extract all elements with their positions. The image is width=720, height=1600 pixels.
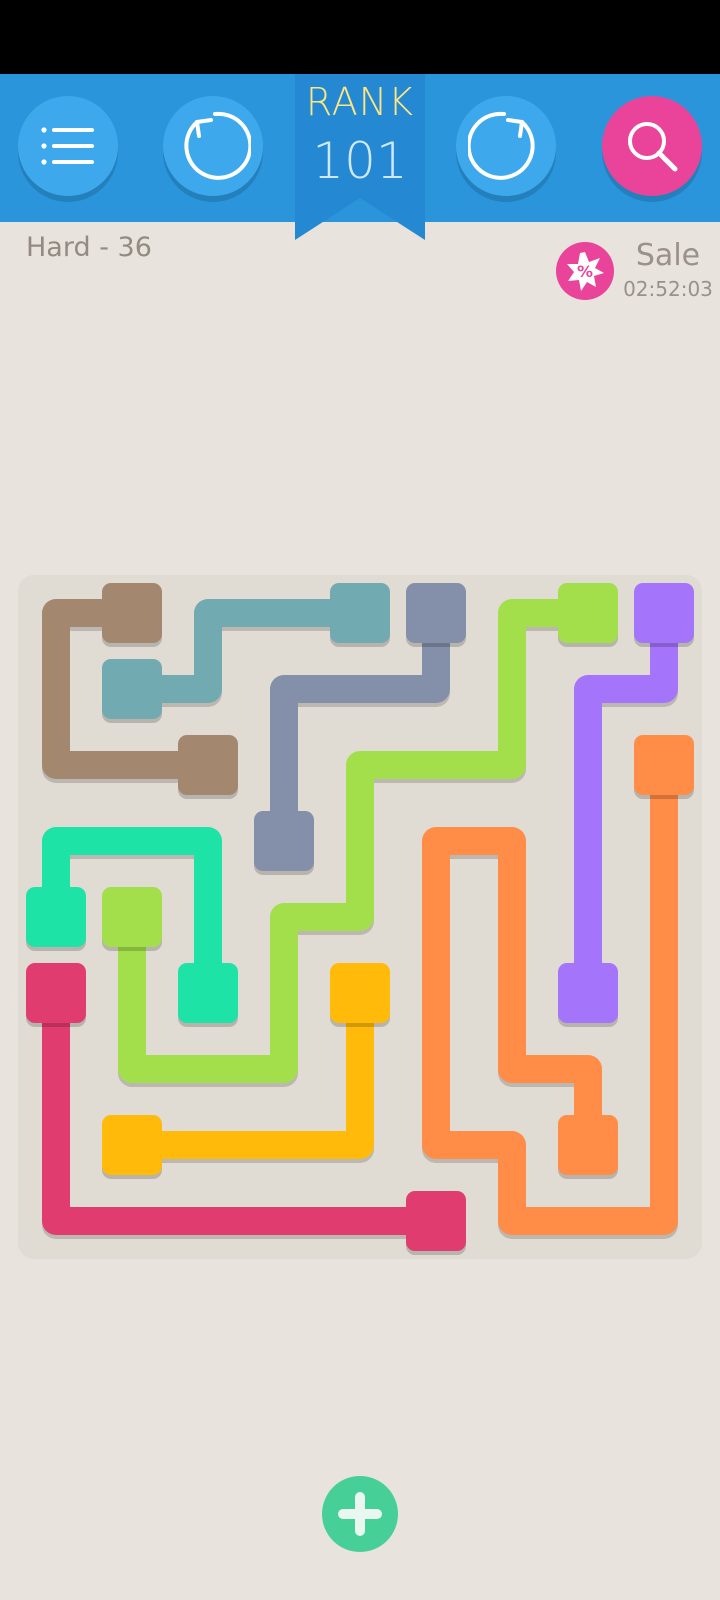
endpoint-mint-1[interactable] — [178, 963, 238, 1023]
status-bar — [0, 0, 720, 74]
endpoint-brown-1[interactable] — [178, 735, 238, 795]
sale-badge-icon: % — [556, 242, 614, 300]
plus-icon — [322, 1476, 398, 1552]
undo-arrow-icon — [184, 111, 251, 180]
endpoint-orange-1[interactable] — [558, 1115, 618, 1175]
endpoint-slate-0[interactable] — [406, 583, 466, 643]
restart-button[interactable] — [456, 96, 556, 196]
menu-button[interactable] — [18, 96, 118, 196]
search-icon — [628, 122, 678, 172]
endpoint-orange-0[interactable] — [634, 735, 694, 795]
add-button[interactable] — [322, 1476, 398, 1552]
puzzle-board[interactable] — [18, 575, 702, 1259]
sale-button[interactable]: % — [556, 242, 614, 300]
menu-lines-icon — [41, 127, 94, 165]
endpoint-magenta-1[interactable] — [406, 1191, 466, 1251]
rank-ribbon: RANK 101 — [295, 74, 425, 240]
endpoint-brown-0[interactable] — [102, 583, 162, 643]
restart-arrow-icon — [468, 111, 535, 180]
endpoint-lime-0[interactable] — [558, 583, 618, 643]
endpoint-teal-1[interactable] — [102, 659, 162, 719]
rank-label: RANK — [305, 80, 415, 124]
svg-text:%: % — [577, 262, 593, 281]
endpoint-teal-0[interactable] — [330, 583, 390, 643]
sale-timer: 02:52:03 — [623, 277, 713, 301]
endpoint-purple-0[interactable] — [634, 583, 694, 643]
endpoint-yellow-1[interactable] — [102, 1115, 162, 1175]
endpoint-purple-1[interactable] — [558, 963, 618, 1023]
level-label: Hard - 36 — [26, 232, 152, 263]
endpoint-yellow-0[interactable] — [330, 963, 390, 1023]
undo-button[interactable] — [163, 96, 263, 196]
endpoint-mint-0[interactable] — [26, 887, 86, 947]
hint-button[interactable] — [602, 96, 702, 196]
rank-value: 101 — [312, 132, 408, 190]
endpoint-lime-1[interactable] — [102, 887, 162, 947]
endpoint-magenta-0[interactable] — [26, 963, 86, 1023]
sale-label: Sale — [635, 238, 701, 273]
endpoint-slate-1[interactable] — [254, 811, 314, 871]
